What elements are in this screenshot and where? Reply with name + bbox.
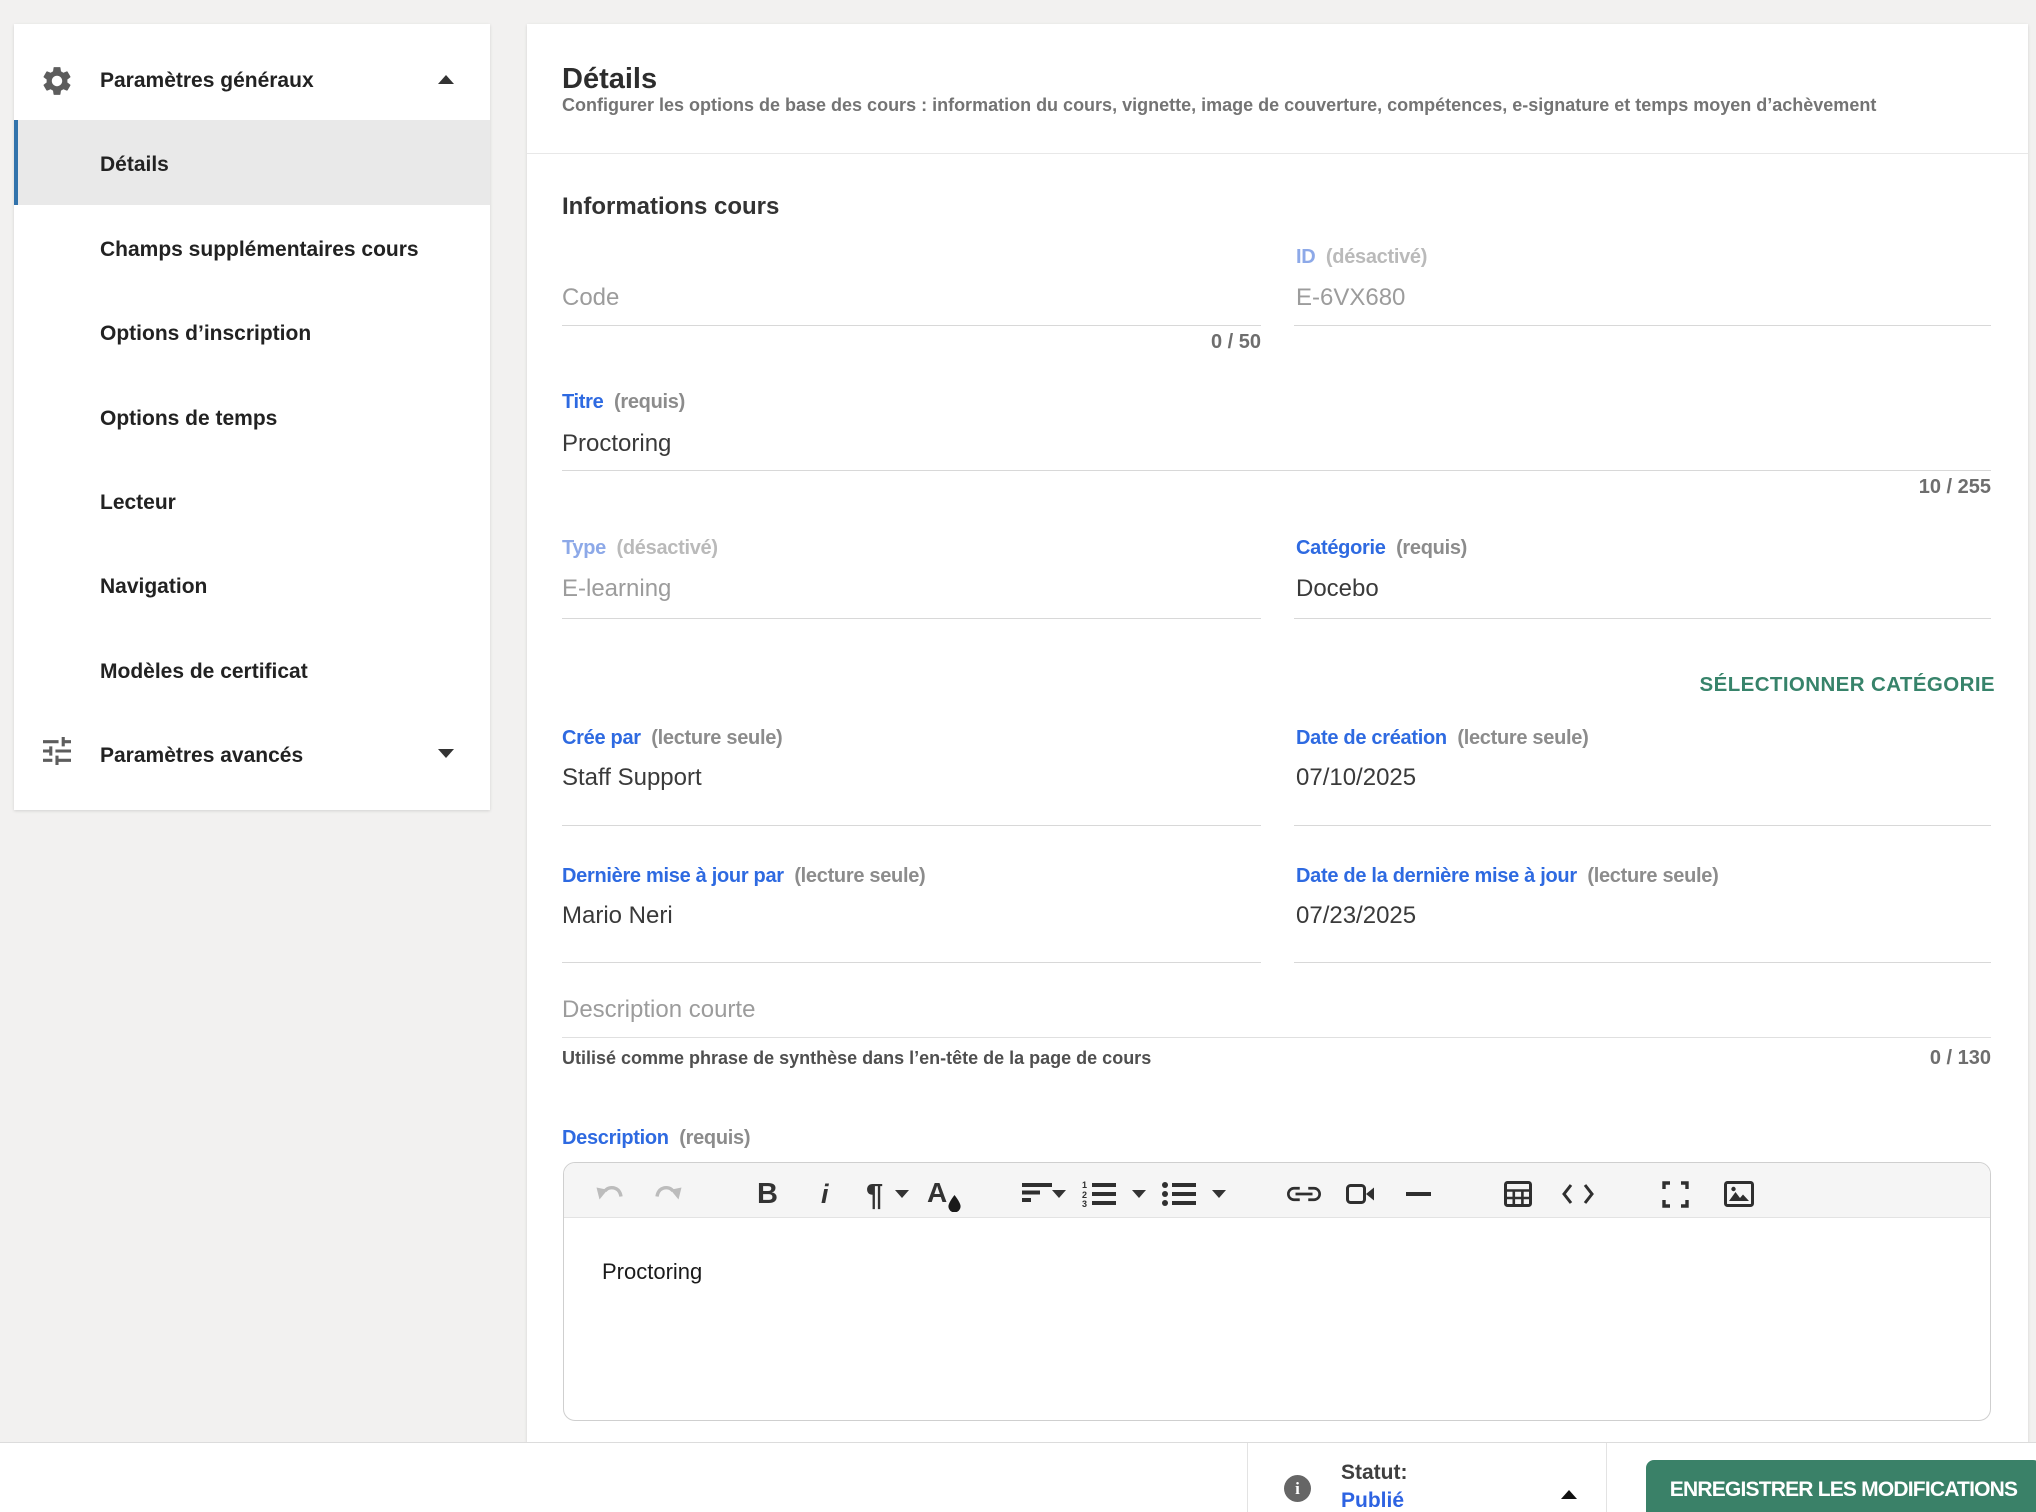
svg-text:1: 1 xyxy=(1082,1180,1087,1190)
svg-text:3: 3 xyxy=(1082,1199,1087,1208)
